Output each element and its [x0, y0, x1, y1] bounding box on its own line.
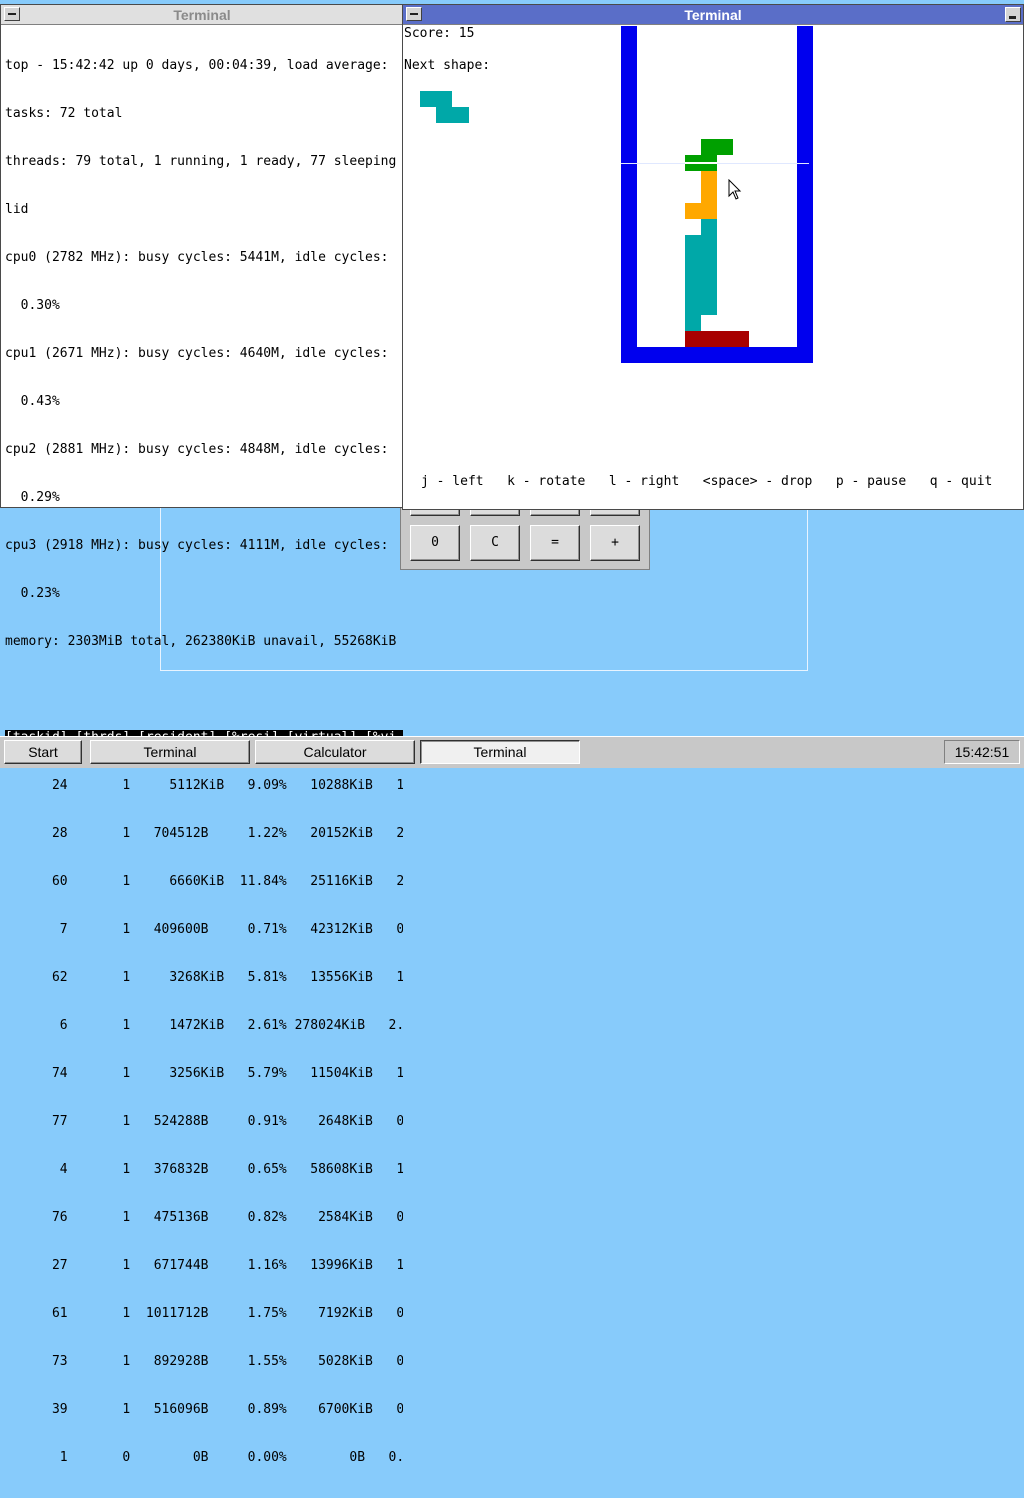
table-row: 39 1 516096B 0.89% 6700KiB 0.: [5, 1402, 403, 1417]
playfield-wall-left: [621, 26, 637, 363]
calc-button-0[interactable]: 0: [410, 525, 460, 561]
tetromino-teal-block: [701, 219, 717, 315]
table-row: 61 1 1011712B 1.75% 7192KiB 0.: [5, 1306, 403, 1321]
calc-button-clear[interactable]: C: [470, 525, 520, 561]
top-line: lid: [5, 202, 29, 217]
table-row: 73 1 892928B 1.55% 5028KiB 0.: [5, 1354, 403, 1369]
taskbar-item-terminal-2[interactable]: Terminal: [420, 740, 580, 764]
table-row: 60 1 6660KiB 11.84% 25116KiB 2.: [5, 874, 403, 889]
top-line: [5, 682, 403, 698]
tetromino-teal-block: [685, 235, 701, 331]
next-shape-label: Next shape:: [404, 58, 491, 73]
top-line: cpu2 (2881 MHz): busy cycles: 4848M, idl…: [5, 442, 389, 457]
table-row: 4 1 376832B 0.65% 58608KiB 1.: [5, 1162, 403, 1177]
top-line: top - 15:42:42 up 0 days, 00:04:39, load…: [5, 58, 389, 73]
window-title: Terminal: [173, 7, 231, 23]
table-row: 77 1 524288B 0.91% 2648KiB 0.: [5, 1114, 403, 1129]
table-row: 1 0 0B 0.00% 0B 0.: [5, 1450, 403, 1465]
top-line: 0.30%: [5, 298, 60, 313]
taskbar-item-calculator[interactable]: Calculator: [255, 740, 415, 764]
tetromino-orange-block: [685, 203, 717, 219]
top-line: 0.29%: [5, 490, 60, 505]
table-row: 27 1 671744B 1.16% 13996KiB 1.: [5, 1258, 403, 1273]
tetris-terminal-window: Terminal Score: 15 Next shape: j - left …: [402, 4, 1024, 510]
top-line: memory: 2303MiB total, 262380KiB unavail…: [5, 634, 397, 649]
next-shape-block: [436, 107, 469, 123]
playfield-floor: [621, 347, 813, 363]
table-row: 62 1 3268KiB 5.81% 13556KiB 1.: [5, 970, 403, 985]
table-row: 28 1 704512B 1.22% 20152KiB 2.: [5, 826, 403, 841]
taskbar-item-terminal-1[interactable]: Terminal: [90, 740, 250, 764]
score-line: Score: 15: [404, 26, 475, 41]
top-line: 0.43%: [5, 394, 60, 409]
playfield-wall-right: [797, 26, 813, 363]
mouse-cursor-icon: [728, 179, 742, 200]
next-shape-block: [420, 91, 452, 107]
top-line: threads: 79 total, 1 running, 1 ready, 7…: [5, 154, 397, 169]
calc-button-plus[interactable]: +: [590, 525, 640, 561]
top-terminal-titlebar[interactable]: Terminal: [1, 5, 403, 25]
start-button[interactable]: Start: [4, 740, 82, 764]
controls-help: j - left k - rotate l - right <space> - …: [421, 474, 993, 489]
top-terminal-window: Terminal top - 15:42:42 up 0 days, 00:04…: [0, 4, 404, 1465]
tetromino-red-block: [685, 331, 749, 347]
taskbar-clock: 15:42:51: [944, 740, 1020, 764]
table-row: 7 1 409600B 0.71% 42312KiB 0.: [5, 922, 403, 937]
top-line: cpu1 (2671 MHz): busy cycles: 4640M, idl…: [5, 346, 389, 361]
top-line: cpu3 (2918 MHz): busy cycles: 4111M, idl…: [5, 538, 389, 553]
tetromino-green-block: [701, 139, 733, 155]
top-line: 0.23%: [5, 586, 60, 601]
tetromino-orange-block: [701, 171, 717, 203]
table-row: 74 1 3256KiB 5.79% 11504KiB 1.: [5, 1066, 403, 1081]
minimize-button[interactable]: [1005, 7, 1021, 22]
top-line: cpu0 (2782 MHz): busy cycles: 5441M, idl…: [5, 250, 389, 265]
table-row: 24 1 5112KiB 9.09% 10288KiB 1.: [5, 778, 403, 793]
calc-button-equals[interactable]: =: [530, 525, 580, 561]
table-row: 6 1 1472KiB 2.61% 278024KiB 2.: [5, 1018, 403, 1033]
row-gap-line: [685, 162, 717, 164]
top-line: tasks: 72 total: [5, 106, 123, 121]
window-title: Terminal: [684, 7, 742, 23]
tetris-terminal-titlebar[interactable]: Terminal: [403, 5, 1023, 25]
table-row: 76 1 475136B 0.82% 2584KiB 0.: [5, 1210, 403, 1225]
